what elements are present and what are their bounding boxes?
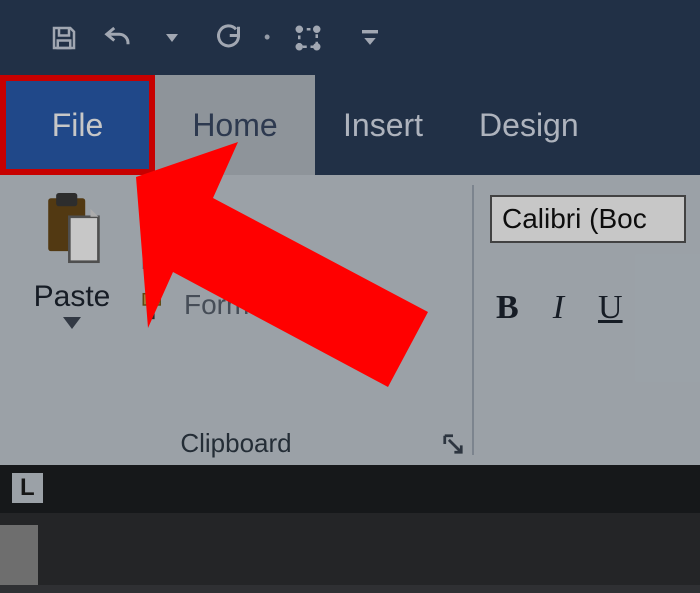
paste-dropdown-icon[interactable] (63, 316, 81, 334)
format-painter-icon (138, 289, 174, 321)
font-style-buttons: B I U (490, 289, 686, 327)
tab-stop-marker[interactable]: L (12, 473, 43, 503)
copy-button[interactable]: Copy (138, 245, 369, 277)
horizontal-ruler: L (0, 465, 700, 513)
underline-button[interactable]: U (598, 289, 623, 327)
copy-label: Copy (184, 245, 249, 277)
tab-insert-label: Insert (343, 107, 423, 144)
group-clipboard-title: Clipboard (0, 428, 472, 459)
undo-dropdown-icon[interactable] (156, 22, 188, 54)
paste-button[interactable]: Paste (12, 183, 132, 427)
clipboard-dialog-launcher-icon[interactable] (442, 433, 464, 455)
group-font: Calibri (Boc B I U (474, 175, 698, 465)
italic-button[interactable]: I (553, 289, 564, 327)
save-icon[interactable] (48, 22, 80, 54)
cut-button[interactable] (138, 201, 369, 233)
quick-access-toolbar: • (0, 0, 700, 75)
tab-design-label: Design (479, 107, 579, 144)
group-clipboard: Paste Copy (0, 175, 472, 465)
paste-label: Paste (34, 280, 111, 314)
tab-insert[interactable]: Insert (315, 75, 451, 175)
copy-icon (138, 245, 174, 277)
tab-file[interactable]: File (0, 75, 155, 175)
qat-customize-icon[interactable] (354, 22, 386, 54)
redo-icon[interactable] (210, 22, 242, 54)
tab-design[interactable]: Design (451, 75, 607, 175)
qat-separator-dot: • (264, 27, 270, 48)
paste-icon (40, 193, 104, 272)
tab-home[interactable]: Home (155, 75, 315, 175)
ribbon-tabstrip: File Home Insert Design (0, 75, 700, 175)
tab-file-label: File (52, 107, 104, 144)
selection-box-icon[interactable] (292, 22, 324, 54)
format-painter-button[interactable]: Format Painter (138, 289, 369, 321)
ribbon: Paste Copy (0, 175, 700, 465)
format-painter-label: Format Painter (184, 289, 369, 321)
bold-button[interactable]: B (496, 289, 519, 327)
font-name-value: Calibri (Boc (502, 203, 647, 234)
tab-home-label: Home (192, 107, 277, 144)
clipboard-small-buttons: Copy Format Painter (138, 183, 369, 427)
font-name-combo[interactable]: Calibri (Boc (490, 195, 686, 243)
page-edge (0, 525, 38, 585)
undo-icon[interactable] (102, 22, 134, 54)
cut-icon (138, 201, 174, 233)
document-area[interactable] (0, 513, 700, 593)
